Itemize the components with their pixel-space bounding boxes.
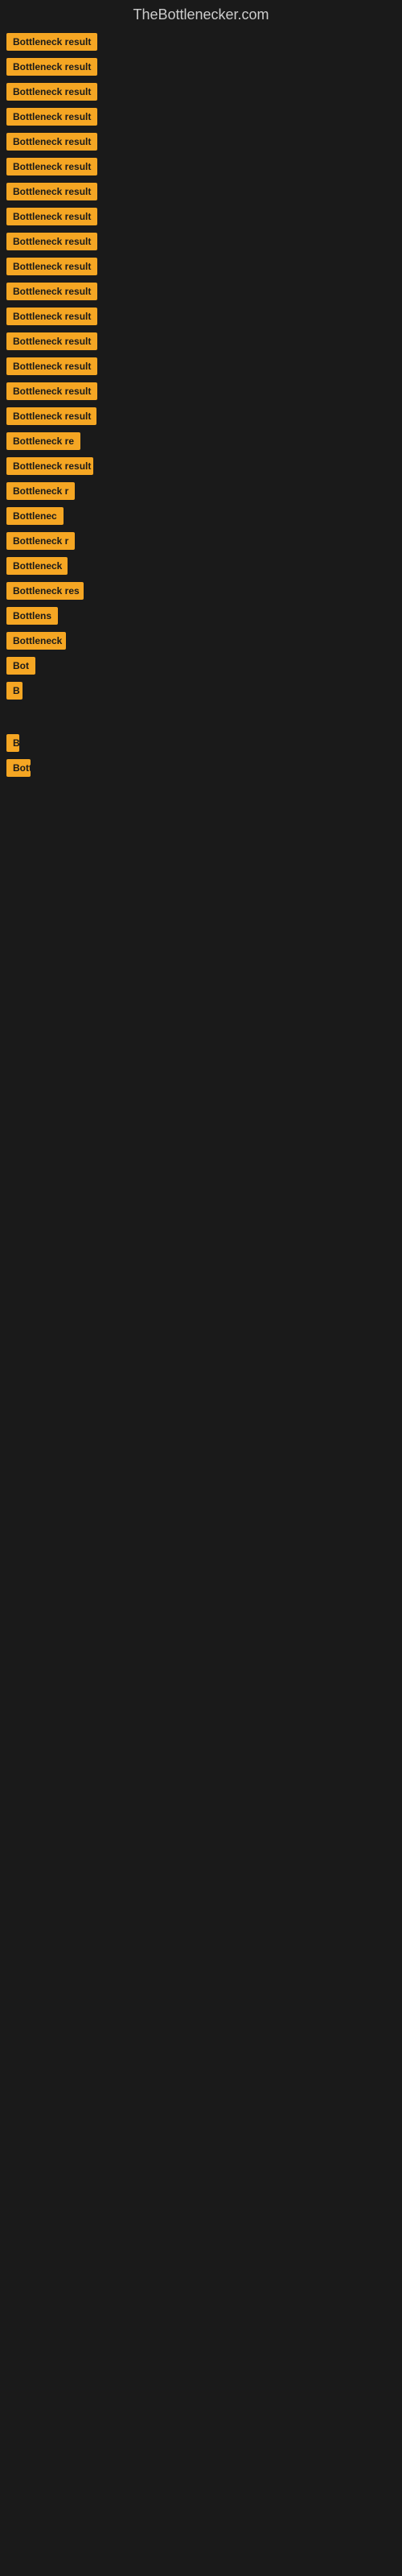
bottleneck-result-badge[interactable]: Bottleneck result xyxy=(6,233,97,250)
bottleneck-result-badge[interactable]: Bottleneck result xyxy=(6,258,97,275)
list-item: B xyxy=(0,734,402,756)
list-item: Bot xyxy=(0,657,402,679)
list-item: Bottleneck result xyxy=(0,158,402,180)
list-item: Bottleneck result xyxy=(0,33,402,55)
list-item: Bottleneck r xyxy=(0,482,402,504)
bottleneck-result-badge[interactable]: Bottleneck result xyxy=(6,33,97,51)
bottleneck-result-badge[interactable]: Bottleneck re xyxy=(6,432,80,450)
list-item: B xyxy=(0,682,402,704)
bottleneck-result-badge[interactable]: Bottleneck result xyxy=(6,308,97,325)
bottleneck-result-badge[interactable]: Bottleneck result xyxy=(6,382,97,400)
list-item: Bottleneck result xyxy=(0,357,402,379)
bottleneck-result-badge[interactable]: B xyxy=(6,682,23,700)
bottleneck-result-badge[interactable]: Bottleneck xyxy=(6,557,68,575)
bottleneck-result-badge[interactable]: Bott xyxy=(6,759,31,777)
bottleneck-result-badge[interactable]: Bottleneck result xyxy=(6,357,97,375)
bottleneck-result-badge[interactable]: Bottleneck result xyxy=(6,183,97,200)
bottleneck-result-badge[interactable]: Bottleneck xyxy=(6,632,66,650)
bottleneck-result-badge[interactable]: Bottleneck result xyxy=(6,133,97,151)
bottleneck-result-badge[interactable]: Bottleneck result xyxy=(6,457,93,475)
bottleneck-result-badge[interactable]: Bottleneck result xyxy=(6,158,97,175)
site-title: TheBottlenecker.com xyxy=(0,0,402,33)
list-item: Bottleneck xyxy=(0,632,402,654)
list-item: Bottleneck result xyxy=(0,58,402,80)
list-item: Bottleneck result xyxy=(0,108,402,130)
bottleneck-result-badge[interactable]: Bottleneck r xyxy=(6,532,75,550)
bottleneck-result-badge[interactable]: Bottleneck result xyxy=(6,108,97,126)
list-item: Bottleneck result xyxy=(0,183,402,204)
list-item: Bottleneck result xyxy=(0,258,402,279)
list-item: Bottleneck result xyxy=(0,133,402,155)
list-item: Bottleneck result xyxy=(0,382,402,404)
bottleneck-result-badge[interactable]: Bottleneck result xyxy=(6,83,97,101)
bottleneck-result-badge[interactable]: Bottlenec xyxy=(6,507,64,525)
list-item: Bottleneck result xyxy=(0,457,402,479)
bottleneck-result-badge[interactable]: Bottleneck result xyxy=(6,407,96,425)
list-item: Bottleneck result xyxy=(0,332,402,354)
bottleneck-result-badge[interactable]: B xyxy=(6,734,19,752)
bottleneck-result-badge[interactable]: Bottleneck res xyxy=(6,582,84,600)
list-item xyxy=(0,707,402,731)
list-item: Bottleneck r xyxy=(0,532,402,554)
list-item: Bottleneck re xyxy=(0,432,402,454)
bottleneck-result-badge[interactable]: Bottleneck result xyxy=(6,208,97,225)
list-item: Bottleneck xyxy=(0,557,402,579)
list-item: Bottlenec xyxy=(0,507,402,529)
list-item: Bottleneck result xyxy=(0,308,402,329)
list-item: Bott xyxy=(0,759,402,781)
bottleneck-result-badge[interactable]: Bottleneck result xyxy=(6,283,97,300)
bottleneck-result-badge[interactable]: Bottleneck r xyxy=(6,482,75,500)
list-item: Bottlens xyxy=(0,607,402,629)
bottleneck-result-badge[interactable]: Bottleneck result xyxy=(6,332,97,350)
bottleneck-result-badge[interactable]: Bottlens xyxy=(6,607,58,625)
list-item: Bottleneck result xyxy=(0,208,402,229)
list-item: Bottleneck result xyxy=(0,83,402,105)
list-item: Bottleneck result xyxy=(0,283,402,304)
list-item: Bottleneck result xyxy=(0,407,402,429)
list-item: Bottleneck res xyxy=(0,582,402,604)
list-item: Bottleneck result xyxy=(0,233,402,254)
bottleneck-result-badge[interactable]: Bottleneck result xyxy=(6,58,97,76)
bottleneck-result-badge[interactable]: Bot xyxy=(6,657,35,675)
